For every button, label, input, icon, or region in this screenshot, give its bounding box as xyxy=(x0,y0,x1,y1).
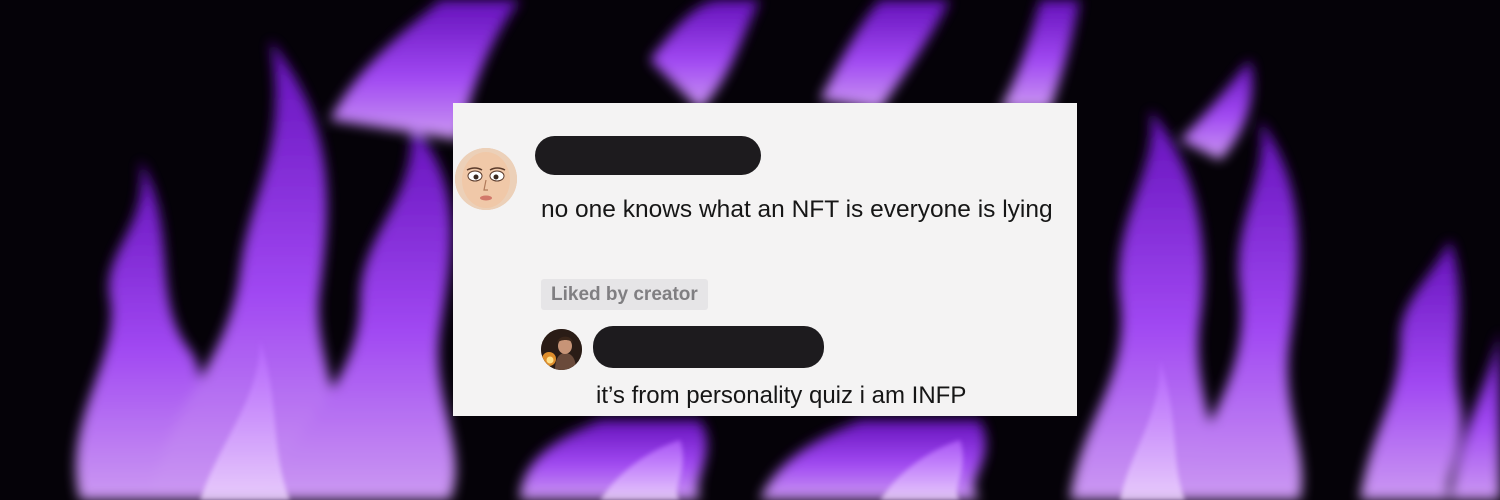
reply-text: it’s from personality quiz i am INFP xyxy=(596,382,967,409)
cartoon-face-avatar-icon xyxy=(455,148,517,210)
redacted-username xyxy=(535,136,761,175)
comment-text: no one knows what an NFT is everyone is … xyxy=(541,196,1053,223)
liked-by-creator-badge: Liked by creator xyxy=(541,279,708,310)
redacted-reply-username xyxy=(593,326,824,368)
comment-card: no one knows what an NFT is everyone is … xyxy=(453,103,1077,416)
reply-avatar[interactable] xyxy=(541,329,582,370)
person-avatar-icon xyxy=(541,329,582,370)
avatar[interactable] xyxy=(455,148,517,210)
